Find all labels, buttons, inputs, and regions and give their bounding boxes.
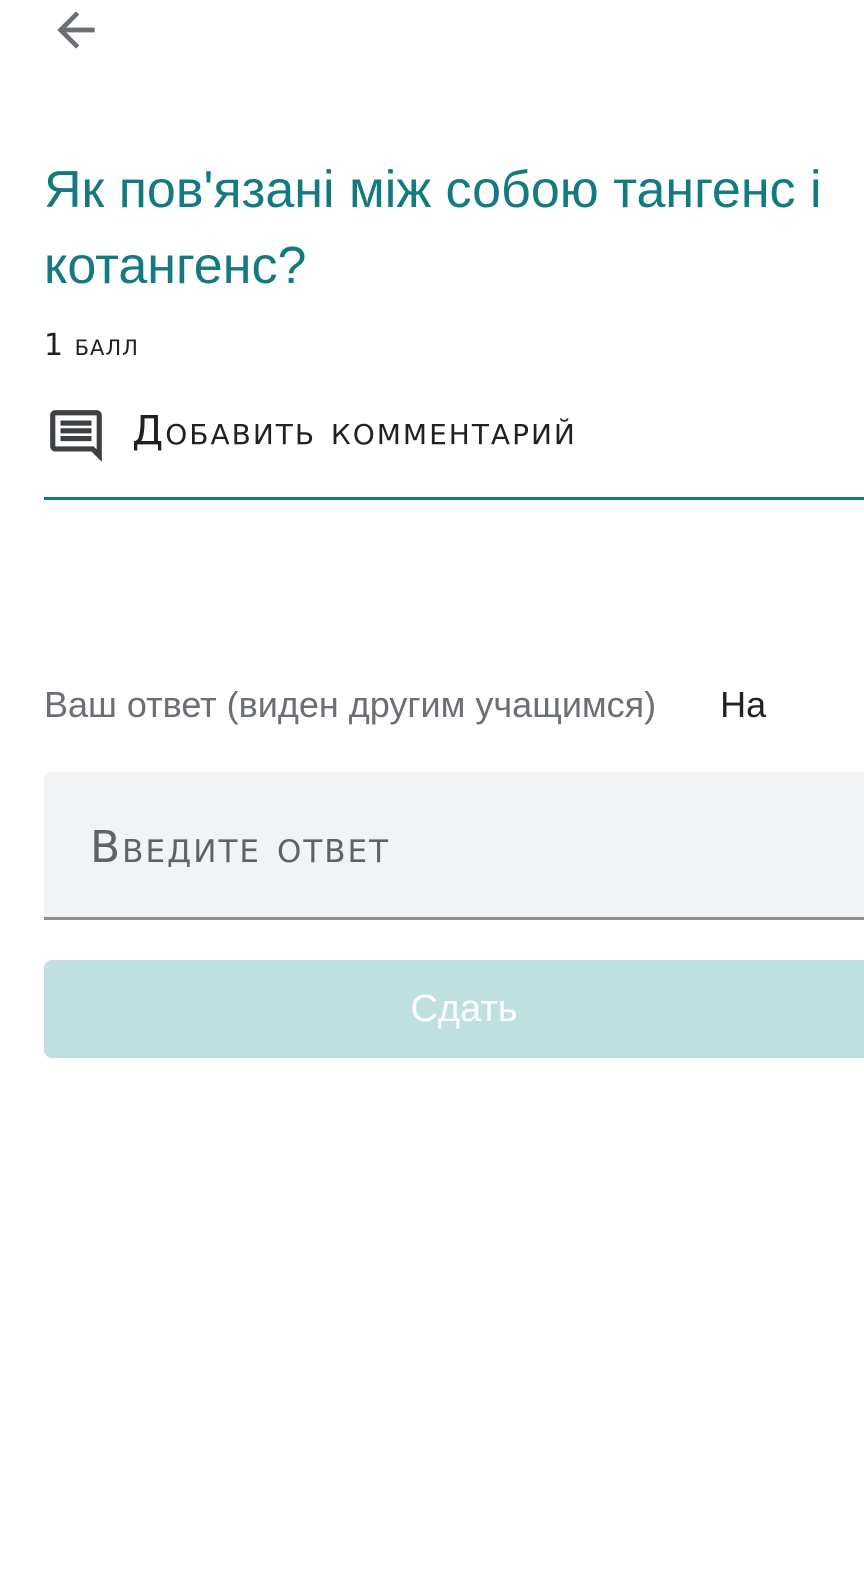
add-comment-label: Добавить комментарий	[132, 408, 577, 454]
submit-button-label: Сдать	[410, 987, 518, 1030]
arrow-back-icon	[48, 2, 104, 63]
answer-label: Ваш ответ (виден другим учащимся)	[44, 684, 657, 725]
question-title: Як пов'язані між собою тангенс і котанге…	[44, 161, 822, 295]
answer-field-container	[44, 772, 864, 920]
answer-extra-link[interactable]: На	[720, 684, 766, 726]
answer-input[interactable]	[88, 816, 852, 878]
comment-icon	[44, 404, 108, 468]
submit-button[interactable]: Сдать	[44, 960, 864, 1058]
add-comment-button[interactable]: Добавить комментарий	[44, 396, 864, 500]
answer-header: Ваш ответ (виден другим учащимся) На	[44, 684, 864, 726]
points-label: 1 балл	[44, 328, 139, 363]
back-button[interactable]	[44, 0, 108, 64]
